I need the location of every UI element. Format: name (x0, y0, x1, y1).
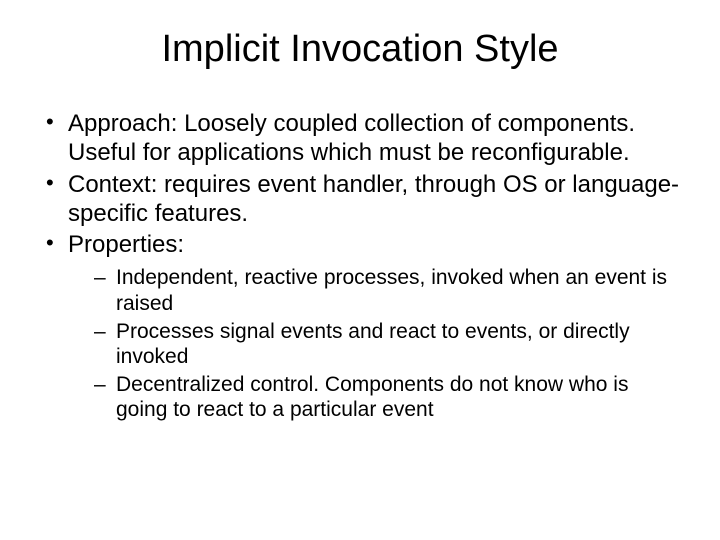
sub-bullet-item: Processes signal events and react to eve… (88, 319, 680, 370)
bullet-item: Context: requires event handler, through… (40, 170, 680, 229)
sub-bullet-text: Independent, reactive processes, invoked… (116, 266, 667, 315)
bullet-text: Context: requires event handler, through… (68, 171, 679, 227)
bullet-text: Approach: Loosely coupled collection of … (68, 110, 635, 166)
bullet-list: Approach: Loosely coupled collection of … (40, 109, 680, 423)
sub-bullet-text: Processes signal events and react to eve… (116, 320, 630, 369)
bullet-text: Properties: (68, 231, 184, 258)
sub-bullet-text: Decentralized control. Components do not… (116, 373, 628, 422)
bullet-item: Properties: Independent, reactive proces… (40, 230, 680, 423)
sub-bullet-list: Independent, reactive processes, invoked… (68, 265, 680, 423)
bullet-item: Approach: Loosely coupled collection of … (40, 109, 680, 168)
sub-bullet-item: Independent, reactive processes, invoked… (88, 265, 680, 316)
slide: Implicit Invocation Style Approach: Loos… (0, 0, 720, 540)
sub-bullet-item: Decentralized control. Components do not… (88, 372, 680, 423)
slide-title: Implicit Invocation Style (40, 28, 680, 71)
